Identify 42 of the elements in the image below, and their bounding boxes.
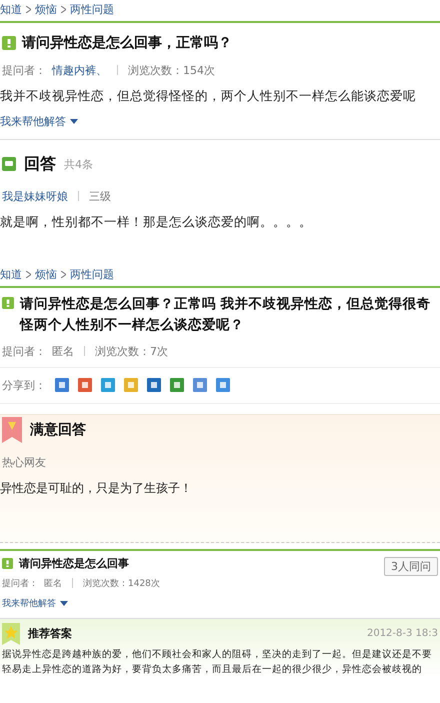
view-count: 浏览次数：7次 xyxy=(95,344,168,359)
answers-heading: 回答 xyxy=(24,154,56,175)
breadcrumb-link[interactable]: 烦恼 xyxy=(35,2,57,17)
asker-label: 提问者： xyxy=(2,578,38,590)
recommended-heading: 推荐答案 xyxy=(28,626,72,642)
answerer-link[interactable]: 我是妹妹呀娘 xyxy=(2,188,68,204)
share-label: 分享到： xyxy=(2,378,46,393)
asker-name: 匿名 xyxy=(52,344,74,359)
question-title: 请问异性恋是怎么回事，正常吗？ xyxy=(22,34,233,53)
breadcrumb-link[interactable]: 两性问题 xyxy=(70,266,114,282)
answer-text: 异性恋是可耻的，只是为了生孩子！ xyxy=(0,480,193,497)
user-level: 三级 xyxy=(89,188,111,204)
best-answer-heading: 满意回答 xyxy=(30,420,86,439)
same-question-button[interactable]: 3人同问 xyxy=(384,556,438,576)
star-icon xyxy=(2,622,20,645)
breadcrumb-link[interactable]: 烦恼 xyxy=(35,266,57,282)
answer-count: 共4条 xyxy=(64,156,93,172)
question-title: 请问异性恋是怎么回事？正常吗 我并不歧视异性恋，但总觉得很奇怪两个人性别不一样怎么谈恋爱呢？ xyxy=(20,294,432,335)
answer-link[interactable]: 我来帮他解答 xyxy=(0,114,78,129)
chevron-icon xyxy=(61,6,66,13)
chevron-icon xyxy=(26,6,31,13)
answerer-name: 热心网友 xyxy=(2,454,46,470)
caret-icon xyxy=(70,118,78,124)
breadcrumb-link[interactable]: 知道 xyxy=(0,2,22,17)
answer-text: 就是啊，性别都不一样！那是怎么谈恋爱的啊。。。。 xyxy=(0,212,313,231)
question-text: 我并不歧视异性恋，但总觉得怪怪的，两个人性别不一样怎么能谈恋爱呢 xyxy=(0,86,417,105)
breadcrumb-link[interactable]: 知道 xyxy=(0,266,22,282)
view-count: 浏览次数：1428次 xyxy=(83,578,160,590)
ribbon-icon xyxy=(2,416,22,443)
asker-link[interactable]: 情趣内裤、 xyxy=(52,62,107,78)
asker-label: 提问者： xyxy=(2,62,46,78)
caret-icon xyxy=(60,600,68,606)
answer-date: 2012-8-3 18:3 xyxy=(366,628,438,640)
answer-link[interactable]: 我来帮他解答 xyxy=(2,596,68,610)
chevron-icon xyxy=(61,270,66,278)
asker-name: 匿名 xyxy=(44,578,62,590)
question-title: 请问异性恋是怎么回事 xyxy=(19,556,130,572)
asker-label: 提问者： xyxy=(2,344,46,359)
breadcrumb-link[interactable]: 两性问题 xyxy=(70,2,114,17)
answer-text: 据说异性恋是跨越种族的爱，他们不顾社会和家人的阻碍，坚决的走到了一起。但是建议还是不要轻易走上异性恋的道路为好，要背负太多痛苦，而且最后在一起的很少很少，异性恋会被歧视的 xyxy=(1,648,433,677)
view-count: 浏览次数：154次 xyxy=(128,62,215,78)
chevron-icon xyxy=(26,270,31,278)
